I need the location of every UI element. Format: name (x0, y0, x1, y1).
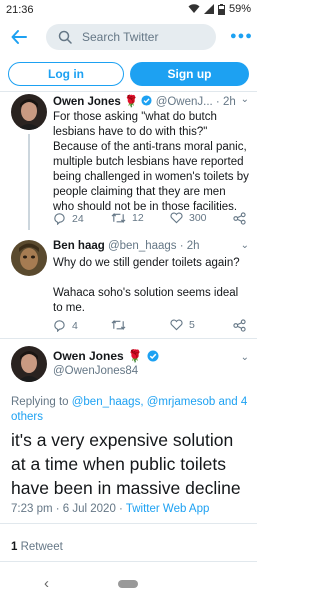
divider (0, 561, 257, 562)
divider (0, 91, 257, 92)
rose-icon: 🌹 (123, 96, 139, 108)
top-bar: ●●● (0, 22, 257, 52)
heart-icon (170, 212, 183, 224)
retweet-stats[interactable]: 1 Retweet (11, 541, 63, 553)
search-icon (58, 30, 72, 44)
nav-back-icon[interactable]: ‹ (44, 575, 49, 592)
avatar[interactable] (11, 240, 47, 276)
share-action[interactable] (233, 212, 246, 225)
tweet-text: Why do we still gender toilets again? Wa… (53, 257, 240, 314)
tweet-header: Owen Jones 🌹 @OwenJ... · 2h (53, 94, 236, 108)
thread-tweet-owen[interactable]: Owen Jones 🌹 @OwenJ... · 2h ⌄ For those … (0, 94, 257, 234)
reply-count: 4 (72, 319, 78, 332)
status-bar: 21:36 59% (0, 0, 257, 20)
thread-line (28, 134, 30, 230)
back-arrow-icon[interactable] (10, 28, 28, 46)
main-tweet-text: it's a very expensive solution at a time… (11, 430, 241, 498)
verified-badge-icon (147, 350, 159, 362)
nav-home-pill[interactable] (118, 580, 138, 588)
search-box[interactable] (46, 24, 216, 50)
share-icon (233, 212, 246, 225)
heart-icon (170, 319, 183, 331)
system-nav-bar: ‹ (0, 568, 257, 600)
author-name: Owen Jones (53, 349, 124, 363)
avatar[interactable] (11, 346, 47, 382)
reply-action[interactable]: 24 (53, 212, 84, 225)
retweet-icon (111, 319, 126, 331)
reply-count: 24 (72, 212, 84, 225)
signup-button[interactable]: Sign up (130, 62, 249, 86)
like-count: 5 (189, 319, 195, 331)
battery-icon (217, 3, 225, 15)
chevron-down-icon[interactable]: ⌄ (241, 240, 249, 251)
retweet-count: 12 (132, 212, 144, 224)
retweet-label: Retweet (17, 541, 63, 553)
battery-percent: 59% (228, 3, 251, 15)
main-author-name[interactable]: Owen Jones 🌹 (53, 349, 159, 363)
avatar-image (11, 94, 47, 130)
tweet-timestamp: 7:23 pm · 6 Jul 2020 · Twitter Web App (11, 503, 209, 515)
reply-icon (54, 213, 65, 225)
status-time: 21:36 (6, 4, 34, 16)
auth-buttons: Log in Sign up (0, 62, 257, 86)
like-count: 300 (189, 212, 207, 224)
tweet-text: For those asking "what do butch lesbians… (53, 111, 249, 213)
retweet-action[interactable] (111, 319, 126, 331)
main-tweet-header: Owen Jones 🌹 @OwenJones84 ⌄ (0, 344, 257, 384)
chevron-down-icon[interactable]: ⌄ (241, 94, 249, 105)
verified-badge-icon (141, 95, 153, 106)
divider (0, 523, 257, 524)
wifi-icon (188, 4, 200, 13)
avatar-image (11, 240, 47, 276)
replying-to-prefix: Replying to (11, 396, 72, 408)
divider (0, 338, 257, 339)
like-action[interactable]: 300 (170, 212, 207, 224)
login-button[interactable]: Log in (8, 62, 124, 86)
replying-to: Replying to @ben_haags, @mrjamesob and 4… (11, 395, 251, 425)
share-action[interactable] (233, 319, 246, 332)
author-handle-time: @OwenJ... · 2h (155, 96, 236, 108)
avatar-image (11, 346, 47, 382)
author-name[interactable]: Owen Jones (53, 96, 121, 108)
author-name[interactable]: Ben haag (53, 240, 105, 252)
share-icon (233, 319, 246, 332)
author-handle-time: @ben_haags · 2h (107, 240, 200, 252)
avatar[interactable] (11, 94, 47, 130)
tweet-source-link[interactable]: Twitter Web App (126, 503, 210, 515)
retweet-action[interactable]: 12 (111, 212, 144, 224)
reply-icon (54, 320, 65, 332)
more-options-icon[interactable]: ●●● (230, 30, 253, 42)
status-icons: 59% (188, 3, 251, 15)
signal-icon (203, 4, 214, 14)
like-action[interactable]: 5 (170, 319, 195, 331)
tweet-header: Ben haag @ben_haags · 2h (53, 240, 200, 252)
tweet-actions: 24 12 300 (53, 212, 249, 228)
main-author-handle: @OwenJones84 (53, 365, 139, 377)
search-input[interactable] (82, 30, 212, 44)
reply-action[interactable]: 4 (53, 319, 78, 332)
rose-icon: 🌹 (127, 349, 143, 363)
timestamp-text[interactable]: 7:23 pm · 6 Jul 2020 · (11, 503, 126, 515)
retweet-icon (111, 212, 126, 224)
tweet-actions: 4 5 (53, 319, 249, 335)
thread-tweet-ben[interactable]: Ben haag @ben_haags · 2h ⌄ Why do we sti… (0, 240, 257, 336)
chevron-down-icon[interactable]: ⌄ (241, 352, 249, 363)
